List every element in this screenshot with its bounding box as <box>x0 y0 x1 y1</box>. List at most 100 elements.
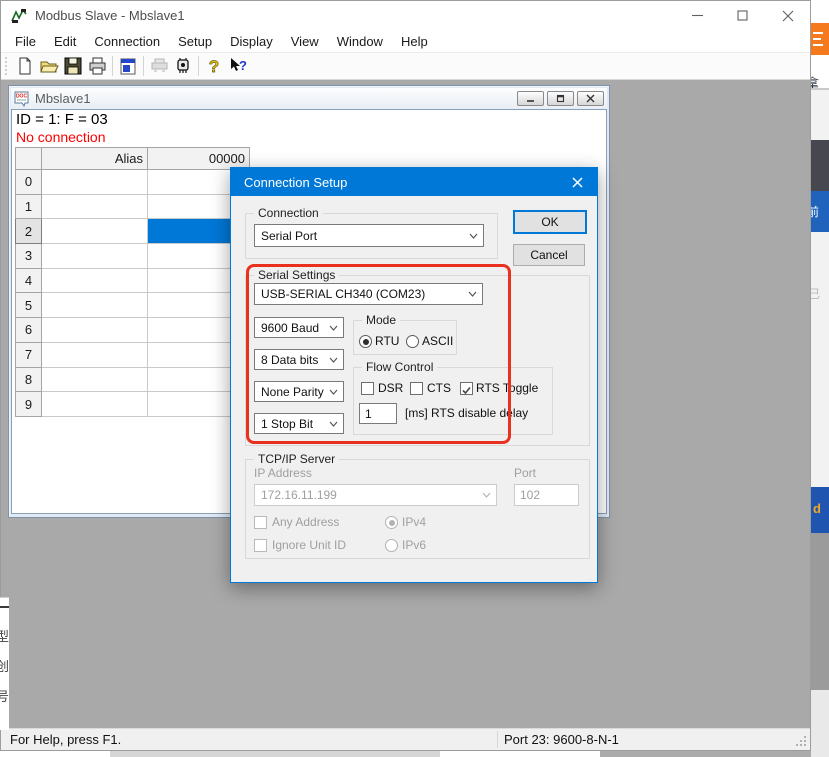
help-icon: ? <box>206 57 222 75</box>
alias-cell[interactable] <box>42 195 148 220</box>
dialog-close-button[interactable] <box>566 168 588 196</box>
serial-settings-label: Serial Settings <box>254 268 339 282</box>
rts-delay-input[interactable] <box>359 403 397 424</box>
child-restore-button[interactable] <box>547 91 574 106</box>
alias-cell[interactable] <box>42 269 148 294</box>
menu-bar: FileEditConnectionSetupDisplayViewWindow… <box>1 30 810 52</box>
mode-group: Mode RTU ASCII <box>353 320 457 355</box>
alias-cell[interactable] <box>42 368 148 393</box>
cts-checkbox-label[interactable]: CTS <box>427 381 451 395</box>
dsr-checkbox[interactable] <box>361 382 374 395</box>
ipv6-radio[interactable] <box>385 539 398 552</box>
row-header-cell[interactable]: 1 <box>15 195 42 220</box>
connection-type-combo[interactable]: Serial Port <box>254 224 484 247</box>
dsr-checkbox-label[interactable]: DSR <box>378 381 403 395</box>
screen: Modbus Slave - Mbslave1 FileEditConnecti… <box>0 0 829 757</box>
display-setup-button[interactable] <box>116 54 140 78</box>
corner-header-cell[interactable] <box>15 147 42 170</box>
menu-item-help[interactable]: Help <box>392 32 437 51</box>
row-header-cell[interactable]: 3 <box>15 244 42 269</box>
maximize-button[interactable] <box>720 1 765 30</box>
strip-dark-block <box>811 140 829 191</box>
ascii-radio[interactable] <box>406 335 419 348</box>
child-minimize-icon <box>526 94 535 103</box>
baud-rate-value: 9600 Baud <box>261 321 319 335</box>
child-minimize-button[interactable] <box>517 91 544 106</box>
strip-doc-badge: d <box>811 487 829 533</box>
save-file-button[interactable] <box>61 54 85 78</box>
tcp-port-input[interactable] <box>514 484 579 506</box>
print-setup-button-disabled[interactable] <box>147 54 171 78</box>
menu-item-setup[interactable]: Setup <box>169 32 221 51</box>
row-header-cell[interactable]: 9 <box>15 392 42 417</box>
alias-cell[interactable] <box>42 170 148 195</box>
close-button[interactable] <box>765 1 810 30</box>
any-address-label[interactable]: Any Address <box>272 515 339 529</box>
menu-item-window[interactable]: Window <box>328 32 392 51</box>
print-button[interactable] <box>85 54 109 78</box>
alias-column-header[interactable]: Alias <box>42 147 148 170</box>
minimize-button[interactable] <box>675 1 720 30</box>
alias-cell[interactable] <box>42 318 148 343</box>
context-help-button[interactable]: ? <box>226 54 250 78</box>
any-address-checkbox[interactable] <box>254 516 267 529</box>
row-header-cell[interactable]: 0 <box>15 170 42 195</box>
ipv4-radio[interactable] <box>385 516 398 529</box>
strip-faint-glyph: 巳 <box>811 280 829 306</box>
data-bits-combo[interactable]: 8 Data bits <box>254 349 344 370</box>
help-button[interactable]: ? <box>202 54 226 78</box>
ok-button-label: OK <box>541 215 558 229</box>
rts-toggle-checkbox[interactable] <box>460 382 473 395</box>
menu-item-connection[interactable]: Connection <box>85 32 169 51</box>
connection-group: Connection Serial Port <box>245 213 498 259</box>
row-header-cell[interactable]: 7 <box>15 343 42 368</box>
row-header-cell[interactable]: 6 <box>15 318 42 343</box>
menu-item-display[interactable]: Display <box>221 32 282 51</box>
open-file-button[interactable] <box>37 54 61 78</box>
menu-item-edit[interactable]: Edit <box>45 32 85 51</box>
rtu-radio-label[interactable]: RTU <box>375 334 399 348</box>
row-header-cell[interactable]: 8 <box>15 368 42 393</box>
ignore-unit-id-label[interactable]: Ignore Unit ID <box>272 538 346 552</box>
rts-toggle-label[interactable]: RTS Toggle <box>476 381 538 395</box>
toolbar-separator <box>143 56 144 76</box>
rtu-radio[interactable] <box>359 335 372 348</box>
ip-address-label: IP Address <box>254 466 312 480</box>
new-file-button[interactable] <box>13 54 37 78</box>
status-separator <box>497 731 498 748</box>
row-header-cell[interactable]: 4 <box>15 269 42 294</box>
ip-address-combo[interactable]: 172.16.11.199 <box>254 484 497 506</box>
ok-button[interactable]: OK <box>513 210 587 234</box>
ipv6-radio-label[interactable]: IPv6 <box>402 538 426 552</box>
alias-cell[interactable] <box>42 244 148 269</box>
cts-checkbox[interactable] <box>410 382 423 395</box>
menu-item-view[interactable]: View <box>282 32 328 51</box>
table-row: 9 <box>15 392 250 417</box>
ignore-unit-id-checkbox[interactable] <box>254 539 267 552</box>
resize-grip[interactable] <box>795 735 807 747</box>
new-file-icon <box>16 57 34 75</box>
alias-cell[interactable] <box>42 219 148 244</box>
alias-cell[interactable] <box>42 392 148 417</box>
ipv4-radio-label[interactable]: IPv4 <box>402 515 426 529</box>
alias-cell[interactable] <box>42 293 148 318</box>
app-icon <box>11 8 27 24</box>
cancel-button[interactable]: Cancel <box>513 244 585 266</box>
serial-port-combo[interactable]: USB-SERIAL CH340 (COM23) <box>254 283 483 305</box>
child-close-button[interactable] <box>577 91 604 106</box>
row-header-cell[interactable]: 2 <box>15 219 42 244</box>
alias-cell[interactable] <box>42 343 148 368</box>
svg-text:?: ? <box>239 58 247 73</box>
menu-item-file[interactable]: File <box>6 32 45 51</box>
ascii-radio-label[interactable]: ASCII <box>422 334 453 348</box>
toolbar-separator <box>198 56 199 76</box>
child-restore-icon <box>556 94 565 103</box>
parity-combo[interactable]: None Parity <box>254 381 344 402</box>
register-table: Alias 00000 0123456789 <box>15 147 250 417</box>
toolbar-grip[interactable] <box>5 57 8 75</box>
slave-device-button[interactable] <box>171 54 195 78</box>
row-header-cell[interactable]: 5 <box>15 293 42 318</box>
baud-rate-combo[interactable]: 9600 Baud <box>254 317 344 338</box>
rts-delay-label: [ms] RTS disable delay <box>405 406 528 420</box>
stop-bits-combo[interactable]: 1 Stop Bit <box>254 413 344 434</box>
